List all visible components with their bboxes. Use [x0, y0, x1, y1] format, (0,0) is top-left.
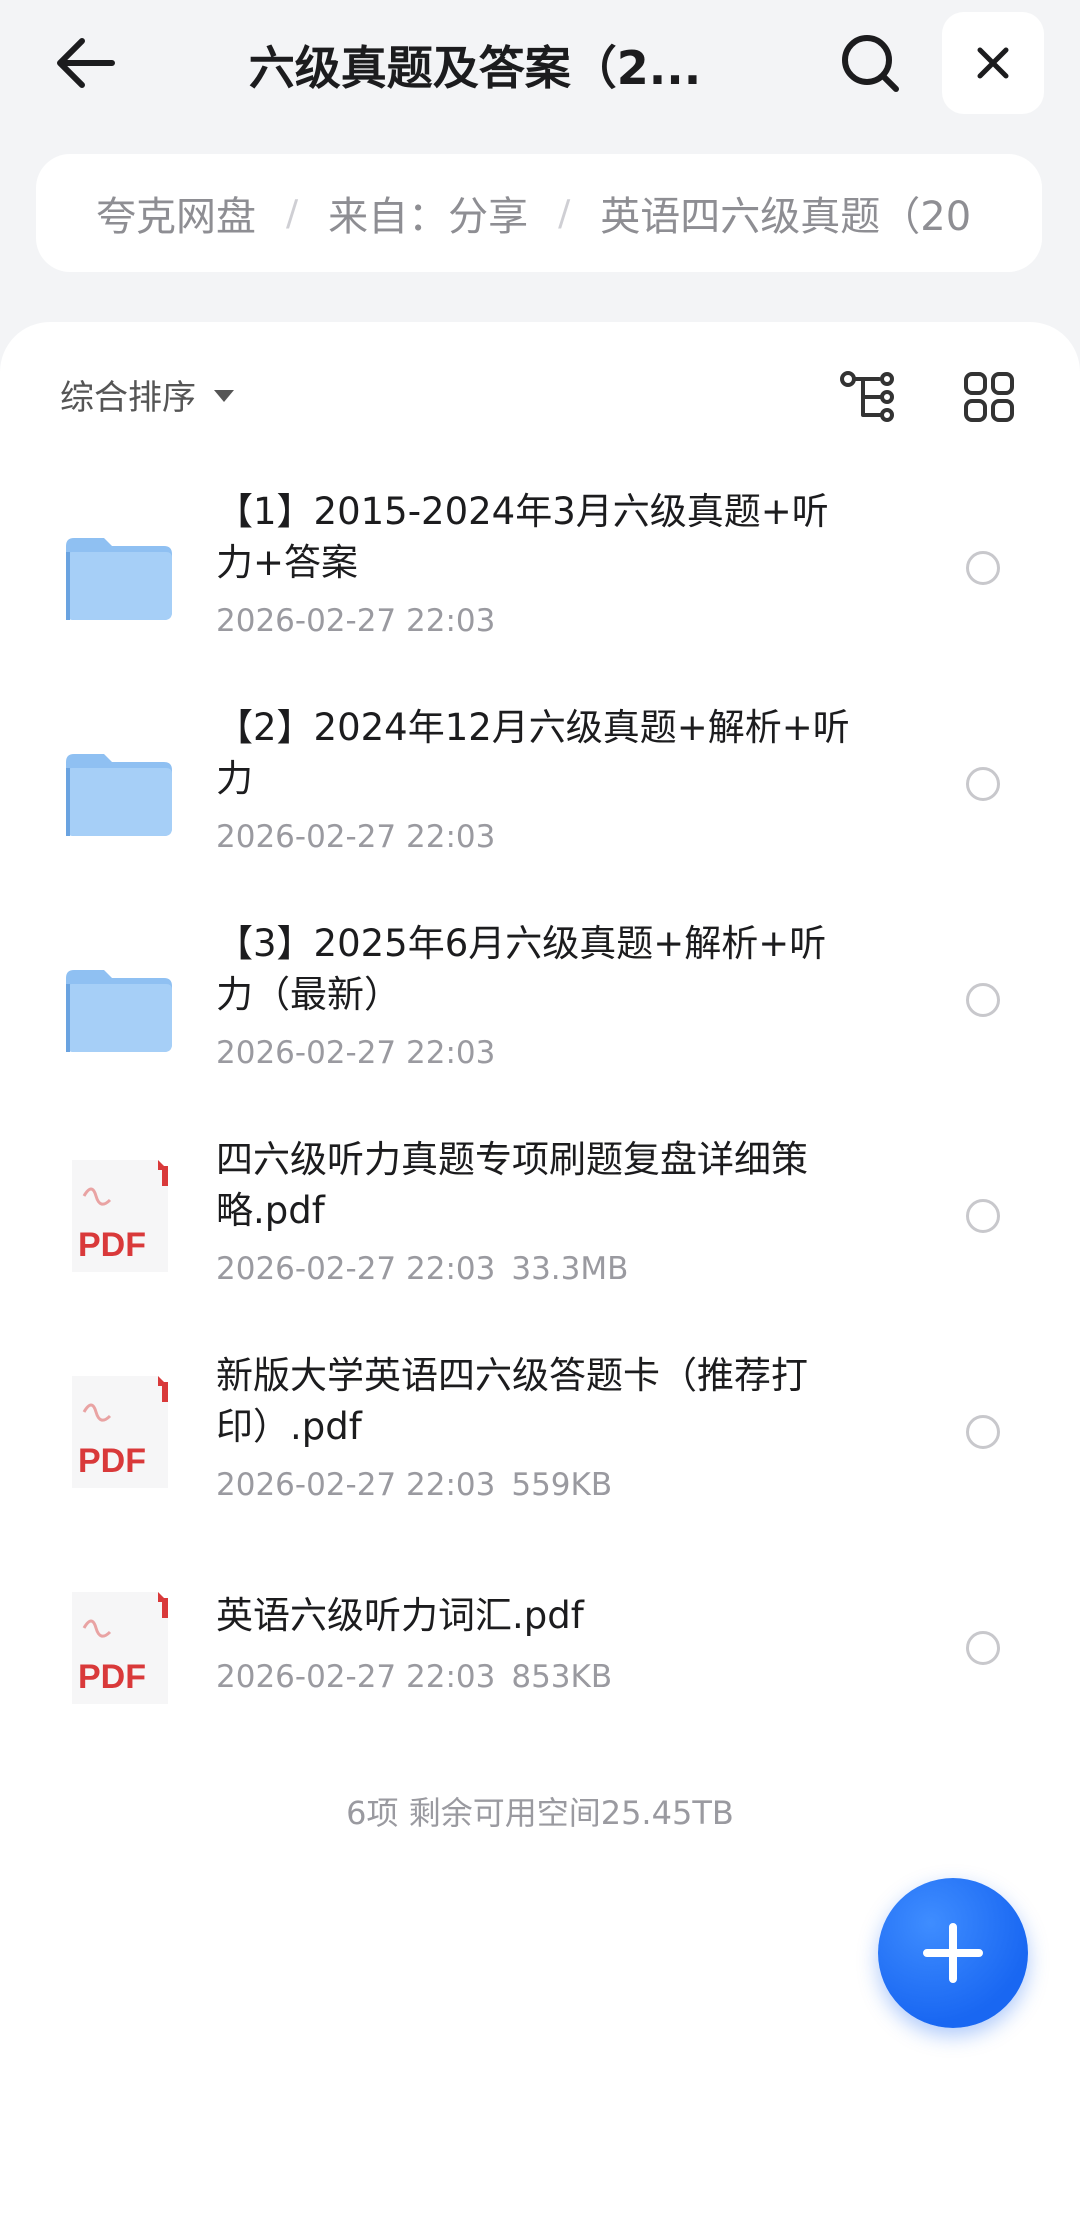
sort-label: 综合排序 — [60, 377, 196, 418]
grid-view-icon — [964, 372, 1014, 422]
pdf-file-icon: PDF — [72, 1160, 168, 1272]
file-row[interactable]: PDF 新版大学英语四六级答题卡（推荐打印）.pdf 2026-02-27 22… — [0, 1324, 1080, 1540]
sort-dropdown[interactable]: 综合排序 — [60, 364, 234, 424]
file-row[interactable]: 【1】2015-2024年3月六级真题+听力+答案 2026-02-27 22:… — [0, 460, 1080, 676]
breadcrumb-item-current[interactable]: 英语四六级真题（20 — [600, 184, 971, 242]
file-name: 【3】2025年6月六级真题+解析+听力（最新） — [216, 922, 827, 1016]
pdf-badge: PDF — [78, 1226, 146, 1264]
breadcrumb-fade — [972, 154, 1042, 272]
file-row[interactable]: 【2】2024年12月六级真题+解析+听力 2026-02-27 22:03 — [0, 676, 1080, 892]
breadcrumb-item-source[interactable]: 来自：分享 — [328, 184, 528, 242]
add-button[interactable] — [878, 1878, 1028, 2028]
folder-icon — [66, 538, 172, 620]
folder-icon — [66, 970, 172, 1052]
pdf-badge: PDF — [78, 1658, 146, 1696]
file-size: 559KB — [511, 1467, 613, 1503]
file-date: 2026-02-27 22:03 — [216, 1251, 496, 1287]
file-date: 2026-02-27 22:03 — [216, 1035, 496, 1071]
file-row[interactable]: PDF 英语六级听力词汇.pdf 2026-02-27 22:03 853KB — [0, 1540, 1080, 1756]
file-date: 2026-02-27 22:03 — [216, 1467, 496, 1503]
select-checkbox[interactable] — [966, 551, 1000, 585]
select-checkbox[interactable] — [966, 1631, 1000, 1665]
folder-icon — [66, 754, 172, 836]
grid-view-button[interactable] — [954, 362, 1024, 432]
back-button[interactable] — [40, 25, 130, 100]
close-icon — [977, 47, 1009, 79]
caret-down-icon — [214, 390, 234, 402]
select-checkbox[interactable] — [966, 1199, 1000, 1233]
file-name: 英语六级听力词汇.pdf — [216, 1594, 584, 1637]
file-meta: 2026-02-27 22:03 — [216, 603, 495, 639]
close-button[interactable] — [942, 12, 1044, 114]
page-title: 六级真题及答案（2... — [248, 41, 702, 95]
pdf-file-icon: PDF — [72, 1592, 168, 1704]
select-checkbox[interactable] — [966, 983, 1000, 1017]
file-row[interactable]: PDF 四六级听力真题专项刷题复盘详细策略.pdf 2026-02-27 22:… — [0, 1108, 1080, 1324]
search-button[interactable] — [830, 25, 910, 100]
file-date: 2026-02-27 22:03 — [216, 1659, 496, 1695]
file-row[interactable]: 【3】2025年6月六级真题+解析+听力（最新） 2026-02-27 22:0… — [0, 892, 1080, 1108]
file-name: 【2】2024年12月六级真题+解析+听力 — [216, 706, 850, 800]
file-size: 853KB — [511, 1659, 613, 1695]
breadcrumb-separator: / — [558, 192, 571, 234]
search-icon — [842, 34, 899, 92]
storage-summary: 6项 剩余可用空间25.45TB — [346, 1794, 734, 1832]
file-name: 新版大学英语四六级答题卡（推荐打印）.pdf — [216, 1354, 808, 1448]
select-checkbox[interactable] — [966, 767, 1000, 801]
file-name: 四六级听力真题专项刷题复盘详细策略.pdf — [216, 1138, 808, 1232]
tree-view-icon — [840, 371, 894, 422]
arrow-left-icon — [57, 37, 115, 88]
file-meta: 2026-02-27 22:03 853KB — [216, 1659, 612, 1695]
breadcrumb-separator: / — [286, 192, 299, 234]
file-date: 2026-02-27 22:03 — [216, 603, 496, 639]
tree-view-button[interactable] — [834, 362, 904, 432]
pdf-badge: PDF — [78, 1442, 146, 1480]
file-date: 2026-02-27 22:03 — [216, 819, 496, 855]
breadcrumb: 夸克网盘 / 来自：分享 / 英语四六级真题（20 — [36, 154, 1042, 272]
top-bar: 六级真题及答案（2... — [0, 0, 1080, 140]
select-checkbox[interactable] — [966, 1415, 1000, 1449]
pdf-file-icon: PDF — [72, 1376, 168, 1488]
file-name: 【1】2015-2024年3月六级真题+听力+答案 — [216, 490, 829, 584]
file-meta: 2026-02-27 22:03 559KB — [216, 1467, 612, 1503]
file-meta: 2026-02-27 22:03 — [216, 819, 495, 855]
file-meta: 2026-02-27 22:03 33.3MB — [216, 1251, 628, 1287]
file-size: 33.3MB — [511, 1251, 629, 1287]
plus-icon — [923, 1923, 983, 1983]
file-meta: 2026-02-27 22:03 — [216, 1035, 495, 1071]
breadcrumb-item-root[interactable]: 夸克网盘 — [96, 184, 256, 242]
